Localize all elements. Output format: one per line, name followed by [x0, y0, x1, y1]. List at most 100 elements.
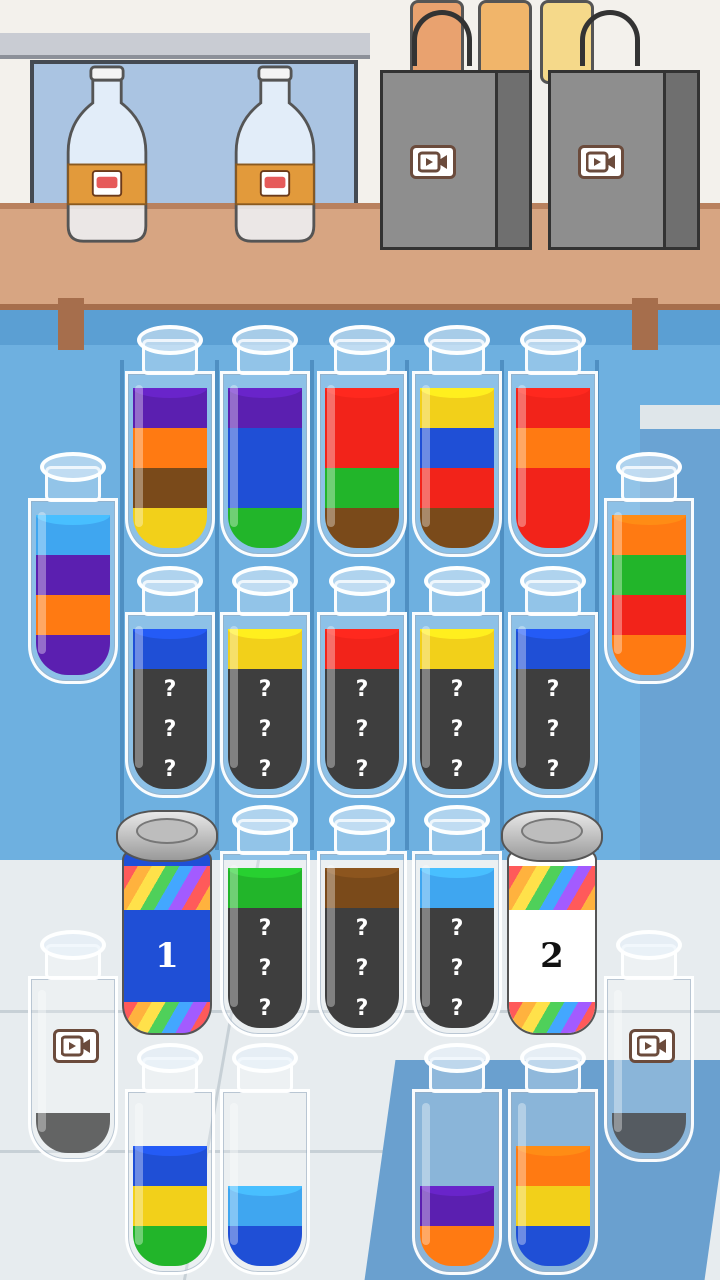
liquid-layer-blue — [228, 1226, 302, 1266]
liquid-surface — [228, 388, 302, 398]
liquid-layer-green — [133, 1226, 207, 1266]
tube-rim — [137, 1043, 203, 1073]
glass-shine — [135, 1103, 143, 1245]
liquid-surface — [228, 1186, 302, 1196]
liquid-surface — [228, 629, 302, 639]
hidden-layer: ? — [325, 948, 399, 988]
liquid-layer-yellow — [133, 508, 207, 548]
liquid-tube[interactable]: ??? — [412, 566, 502, 798]
liquid-surface — [325, 629, 399, 639]
liquid-stack — [516, 388, 590, 548]
rainbow-stripe — [124, 866, 210, 910]
shopping-bag-ad[interactable] — [548, 10, 708, 260]
liquid-stack: ??? — [228, 629, 302, 789]
glass-shine — [422, 865, 430, 1007]
meat-label-icon — [259, 170, 291, 197]
liquid-stack — [420, 1186, 494, 1266]
locked-empty-tube[interactable] — [28, 930, 118, 1162]
shopping-bag-ad[interactable] — [380, 10, 540, 260]
milk-bottle-reward[interactable] — [230, 65, 320, 245]
liquid-layer-brown — [325, 508, 399, 548]
liquid-layer-green — [612, 555, 686, 595]
liquid-tube[interactable] — [604, 452, 694, 684]
liquid-surface — [516, 388, 590, 398]
hidden-layer: ? — [325, 749, 399, 789]
tube-rim — [40, 452, 106, 482]
liquid-layer-orange — [516, 1146, 590, 1186]
liquid-tube[interactable] — [508, 325, 598, 557]
liquid-layer-red — [516, 388, 590, 428]
liquid-layer-yellow — [228, 629, 302, 669]
hidden-layer: ? — [228, 669, 302, 709]
liquid-layer-yellow — [516, 1186, 590, 1226]
liquid-tube[interactable]: ??? — [220, 566, 310, 798]
sealed-can[interactable]: 2 — [501, 810, 603, 1035]
can-body: 1 — [122, 850, 212, 1035]
liquid-tube[interactable] — [412, 1043, 502, 1275]
liquid-surface — [133, 629, 207, 639]
tube-rim — [40, 930, 106, 960]
glass-shine — [230, 385, 238, 527]
video-ad-icon — [410, 145, 456, 179]
liquid-tube[interactable]: ??? — [317, 805, 407, 1037]
liquid-tube[interactable]: ??? — [412, 805, 502, 1037]
glass-shine — [230, 626, 238, 768]
liquid-layer-orange — [612, 515, 686, 555]
glass-shine — [327, 626, 335, 768]
liquid-tube[interactable]: ??? — [125, 566, 215, 798]
hidden-layer: ? — [133, 749, 207, 789]
can-cap — [116, 810, 218, 862]
liquid-layer-blue — [133, 629, 207, 669]
liquid-tube[interactable]: ??? — [508, 566, 598, 798]
liquid-layer-blue — [228, 468, 302, 508]
liquid-tube[interactable] — [28, 452, 118, 684]
tube-rim — [137, 566, 203, 596]
liquid-tube[interactable] — [508, 1043, 598, 1275]
liquid-tube[interactable]: ??? — [317, 566, 407, 798]
hidden-layer: ? — [228, 988, 302, 1028]
liquid-layer-green — [325, 468, 399, 508]
glass-shine — [614, 990, 622, 1132]
liquid-tube[interactable] — [125, 325, 215, 557]
video-ad-icon — [578, 145, 624, 179]
hidden-layer: ? — [516, 749, 590, 789]
liquid-surface — [228, 868, 302, 878]
liquid-stack: ??? — [516, 629, 590, 789]
locked-empty-tube[interactable] — [604, 930, 694, 1162]
glass-shine — [422, 385, 430, 527]
tube-rim — [232, 566, 298, 596]
liquid-tube[interactable] — [125, 1043, 215, 1275]
liquid-surface — [420, 1186, 494, 1196]
can-number: 1 — [155, 936, 179, 976]
liquid-surface — [420, 629, 494, 639]
tube-rim — [329, 805, 395, 835]
tube-rim — [520, 325, 586, 355]
hidden-layer: ? — [133, 709, 207, 749]
can-number: 2 — [540, 936, 564, 976]
liquid-layer-brown — [420, 508, 494, 548]
liquid-stack — [516, 1146, 590, 1266]
sealed-can[interactable]: 1 — [116, 810, 218, 1035]
hidden-layer: ? — [228, 749, 302, 789]
liquid-stack: ??? — [325, 868, 399, 1028]
counter-leg — [58, 298, 84, 350]
liquid-layer-purple — [36, 635, 110, 675]
liquid-layer-orange — [420, 1226, 494, 1266]
liquid-surface — [133, 388, 207, 398]
liquid-tube[interactable] — [317, 325, 407, 557]
glass-shine — [135, 385, 143, 527]
liquid-layer-brown — [325, 868, 399, 908]
bag-handle — [580, 10, 640, 66]
liquid-stack — [133, 388, 207, 548]
liquid-layer-blue — [133, 1146, 207, 1186]
video-ad-icon — [53, 1029, 99, 1063]
milk-bottle-reward[interactable] — [62, 65, 152, 245]
liquid-tube[interactable] — [220, 1043, 310, 1275]
can-body: 2 — [507, 850, 597, 1035]
liquid-tube[interactable]: ??? — [220, 805, 310, 1037]
liquid-stack: ??? — [228, 868, 302, 1028]
liquid-tube[interactable] — [220, 325, 310, 557]
liquid-layer-red — [325, 629, 399, 669]
tube-rim — [232, 1043, 298, 1073]
liquid-tube[interactable] — [412, 325, 502, 557]
